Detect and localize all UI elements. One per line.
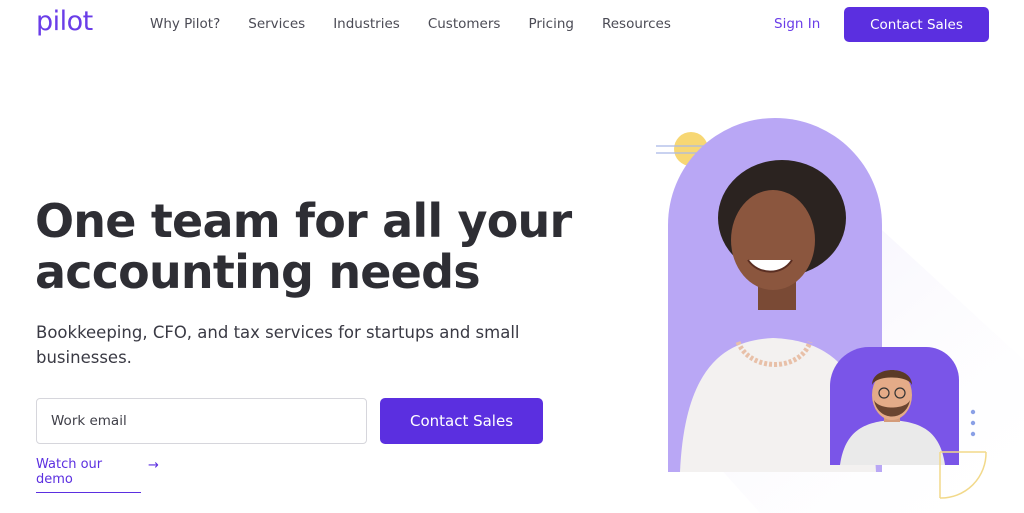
work-email-input[interactable] (36, 398, 367, 444)
woman-face (731, 190, 815, 290)
nav-link-services[interactable]: Services (248, 16, 305, 32)
hero-subhead: Bookkeeping, CFO, and tax services for s… (36, 323, 520, 367)
nav-links: Why Pilot? Services Industries Customers… (150, 16, 699, 32)
pilot-logo[interactable]: pilot (36, 6, 93, 37)
decorative-dot (970, 431, 976, 437)
watch-demo-label: Watch our demo (36, 457, 103, 487)
headline-line-1: One team for all your (35, 194, 572, 248)
nav-link-pricing[interactable]: Pricing (528, 16, 574, 32)
nav-link-resources[interactable]: Resources (602, 16, 671, 32)
hero-headline: One team for all your accounting needs (35, 196, 595, 298)
watch-demo-link[interactable]: Watch our demo (36, 457, 141, 493)
top-nav: pilot Why Pilot? Services Industries Cus… (0, 0, 1024, 48)
nav-contact-sales-button[interactable]: Contact Sales (844, 7, 989, 42)
headline-line-2: accounting needs (35, 245, 481, 299)
nav-link-why-pilot[interactable]: Why Pilot? (150, 16, 220, 32)
secondary-photo-frame (830, 347, 959, 465)
hero-illustration (656, 118, 1024, 513)
arrow-right-icon: → (148, 458, 159, 473)
nav-link-industries[interactable]: Industries (333, 16, 400, 32)
sign-in-link[interactable]: Sign In (774, 16, 820, 32)
decorative-dot (970, 409, 976, 415)
nav-link-customers[interactable]: Customers (428, 16, 501, 32)
hero-contact-sales-button[interactable]: Contact Sales (380, 398, 543, 444)
decorative-dot (970, 420, 976, 426)
